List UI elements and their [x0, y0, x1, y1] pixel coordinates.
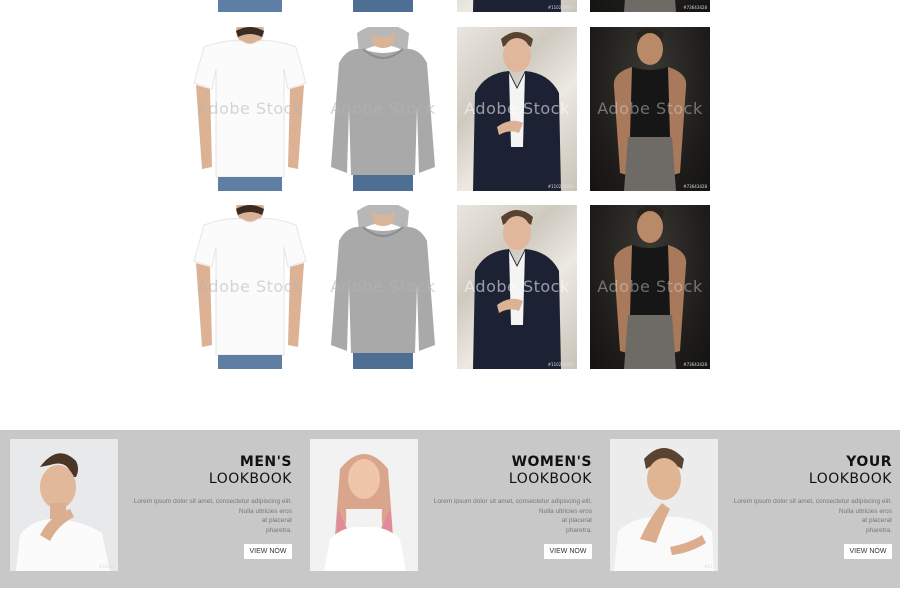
stock-id: #110228800: [547, 5, 574, 10]
product-tile-suit[interactable]: Adobe Stock#110228800: [457, 0, 577, 12]
man-thinking-image: [610, 439, 718, 571]
product-grid: Adobe StockAdobe StockAdobe Stock#110228…: [0, 0, 900, 380]
your-lookbook-title: YOUR LOOKBOOK: [808, 454, 892, 487]
product-tile-suit[interactable]: Adobe Stock#110228800: [457, 205, 577, 369]
tshirt-image: [218, 0, 282, 12]
product-tile-tank[interactable]: Adobe Stock#73643428: [590, 205, 710, 369]
mens-view-now-button[interactable]: VIEW NOW: [244, 544, 292, 559]
your-lookbook: #117 YOUR LOOKBOOK Lorem ipsum dolor sit…: [600, 430, 900, 588]
mens-photo-id: #23161: [98, 564, 115, 569]
tank-image: [613, 206, 687, 369]
stock-id: #73643428: [683, 5, 707, 10]
product-tile-tshirt[interactable]: Adobe Stock: [190, 205, 310, 369]
your-lookbook-photo[interactable]: #117: [610, 439, 718, 571]
product-tile-tshirt[interactable]: Adobe Stock: [190, 0, 310, 12]
page-footer-edge: [0, 590, 900, 600]
womens-lookbook-title: WOMEN'S LOOKBOOK: [508, 454, 592, 487]
product-tile-hoodie[interactable]: Adobe Stock: [323, 27, 443, 191]
hoodie-image: [353, 0, 413, 12]
mens-lookbook-description: Lorem ipsum dolor sit amet, consectetur …: [133, 498, 292, 534]
stock-id: #73643428: [683, 184, 707, 189]
lookbook-band: #23161 MEN'S LOOKBOOK Lorem ipsum dolor …: [0, 430, 900, 588]
hoodie-image: [331, 205, 435, 369]
mens-lookbook-title: MEN'S LOOKBOOK: [208, 454, 292, 487]
stock-id: #110228800: [547, 362, 574, 367]
product-tile-hoodie[interactable]: Adobe Stock: [323, 205, 443, 369]
womens-lookbook-photo[interactable]: [310, 439, 418, 571]
product-tile-tank[interactable]: Adobe Stock#73643428: [590, 0, 710, 12]
hoodie-image: [331, 27, 435, 191]
suit-image: [473, 210, 561, 369]
your-photo-id: #117: [704, 564, 715, 569]
stock-id: #110228800: [547, 184, 574, 189]
product-tile-tank[interactable]: Adobe Stock#73643428: [590, 27, 710, 191]
mens-lookbook-photo[interactable]: #23161: [10, 439, 118, 571]
woman-pink-hair-image: [310, 439, 418, 571]
product-tile-suit[interactable]: Adobe Stock#110228800: [457, 27, 577, 191]
tshirt-image: [193, 205, 307, 369]
stock-id: #73643428: [683, 362, 707, 367]
tshirt-image: [193, 27, 307, 191]
product-tile-tshirt[interactable]: Adobe Stock: [190, 27, 310, 191]
man-white-tee-image: [10, 439, 118, 571]
womens-lookbook-description: Lorem ipsum dolor sit amet, consectetur …: [433, 498, 592, 534]
product-tile-hoodie[interactable]: Adobe Stock: [323, 0, 443, 12]
womens-lookbook: WOMEN'S LOOKBOOK Lorem ipsum dolor sit a…: [300, 430, 600, 588]
mens-lookbook: #23161 MEN'S LOOKBOOK Lorem ipsum dolor …: [0, 430, 300, 588]
suit-image: [473, 32, 561, 191]
womens-view-now-button[interactable]: VIEW NOW: [544, 544, 592, 559]
your-view-now-button[interactable]: VIEW NOW: [844, 544, 892, 559]
tank-image: [613, 28, 687, 191]
your-lookbook-description: Lorem ipsum dolor sit amet, consectetur …: [733, 498, 892, 534]
